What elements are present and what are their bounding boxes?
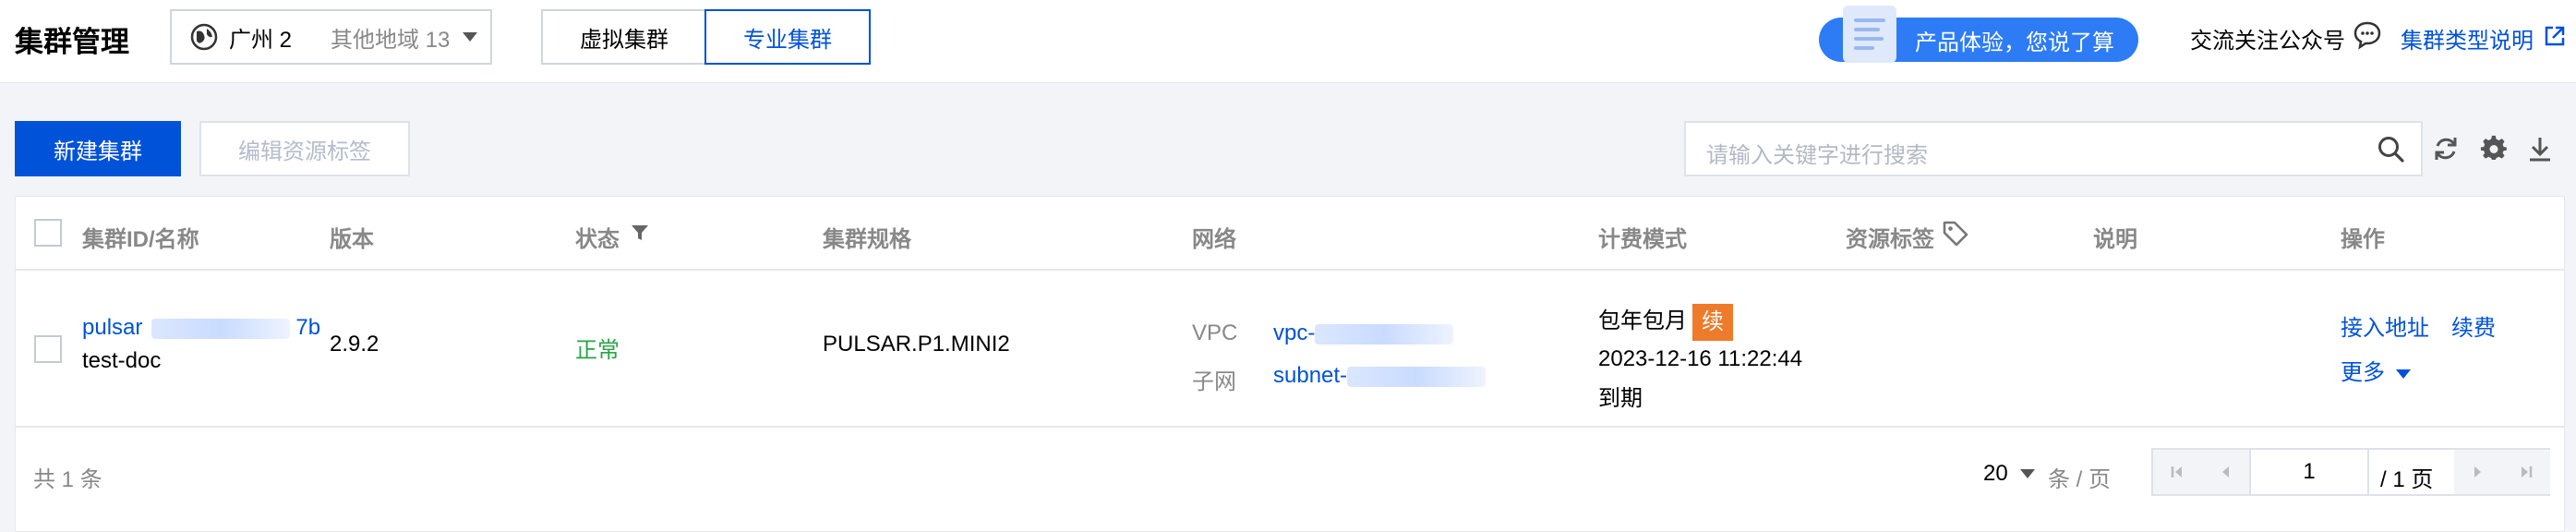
redacted-id-mask — [151, 318, 291, 339]
total-pages: / 1 页 — [2380, 467, 2434, 492]
region-other: 其他地域 13 — [331, 27, 451, 53]
gear-icon[interactable] — [2480, 135, 2508, 163]
page-number-input[interactable]: 1 — [2249, 450, 2369, 494]
chevron-right-icon — [2474, 466, 2481, 478]
chevron-left-icon — [2222, 466, 2229, 478]
column-header-status: 状态 — [575, 227, 620, 252]
chat-bubble-icon[interactable] — [2353, 20, 2382, 50]
first-page-icon — [2171, 466, 2182, 478]
tag-icon[interactable] — [1942, 220, 1969, 248]
cluster-id-prefix: pulsar — [82, 315, 143, 340]
subnet-value: subnet- — [1273, 363, 1348, 388]
redacted-subnet-mask — [1347, 366, 1487, 387]
per-page-label: 条 / 页 — [2048, 467, 2112, 492]
column-header-description: 说明 — [2093, 227, 2137, 252]
renew-link[interactable]: 续费 — [2451, 309, 2496, 342]
region-current: 广州 2 — [229, 27, 293, 53]
column-header-id-name[interactable]: 集群ID/名称 — [82, 221, 199, 253]
expire-time: 2023-12-16 11:22:44 — [1598, 346, 1803, 371]
prev-page-button[interactable] — [2201, 450, 2249, 494]
tab-virtual-cluster[interactable]: 虚拟集群 — [541, 9, 705, 65]
chevron-down-icon — [2396, 369, 2411, 379]
filter-icon[interactable] — [631, 224, 649, 242]
tab-pro-cluster[interactable]: 专业集群 — [704, 9, 871, 65]
page-size-select[interactable]: 20 — [1983, 461, 2008, 487]
download-icon[interactable] — [2526, 135, 2554, 163]
region-selector[interactable]: 广州 2 其他地域 13 — [170, 9, 492, 65]
pagination: 1 / 1 页 — [2151, 448, 2550, 496]
feedback-label: 产品体验，您说了算 — [1915, 30, 2114, 55]
create-cluster-button[interactable]: 新建集群 — [15, 121, 181, 176]
column-header-network: 网络 — [1192, 227, 1236, 252]
page-title: 集群管理 — [15, 26, 129, 58]
cluster-type-help-link[interactable]: 集群类型说明 — [2401, 22, 2534, 54]
globe-icon — [190, 23, 218, 51]
first-page-button[interactable] — [2153, 450, 2201, 494]
chevron-down-icon[interactable] — [2020, 469, 2035, 478]
refresh-icon[interactable] — [2432, 135, 2460, 163]
document-icon — [1843, 6, 1896, 63]
search-placeholder: 请输入关键字进行搜索 — [1706, 143, 1928, 168]
cluster-id-suffix: 7b — [295, 315, 321, 340]
column-header-actions: 操作 — [2341, 227, 2385, 252]
column-header-resource-tags: 资源标签 — [1846, 227, 1934, 252]
cluster-name: test-doc — [82, 348, 162, 373]
last-page-icon — [2522, 466, 2533, 478]
vpc-label: VPC — [1192, 320, 1238, 345]
page-header: 集群管理 广州 2 其他地域 13 虚拟集群 专业集群 产品体验，您说了算 交流… — [0, 0, 2576, 83]
next-page-button[interactable] — [2454, 450, 2502, 494]
total-count: 共 1 条 — [33, 467, 102, 492]
select-all-checkbox[interactable] — [34, 219, 62, 247]
billing-mode-label: 包年包月 — [1598, 308, 1687, 333]
edit-resource-tags-button[interactable]: 编辑资源标签 — [199, 121, 410, 176]
follow-official-account[interactable]: 交流关注公众号 — [2190, 22, 2345, 54]
row-checkbox[interactable] — [34, 335, 62, 363]
cluster-spec: PULSAR.P1.MINI2 — [823, 332, 1010, 357]
vpc-link[interactable]: vpc- — [1273, 320, 1454, 346]
chevron-down-icon — [463, 32, 478, 42]
column-header-billing: 计费模式 — [1598, 227, 1687, 252]
vpc-value: vpc- — [1273, 320, 1316, 345]
table-row: pulsar 7b test-doc 2.9.2 正常 PULSAR.P1.MIN… — [16, 271, 2564, 428]
column-header-spec: 集群规格 — [823, 227, 911, 252]
access-address-link[interactable]: 接入地址 — [2341, 309, 2429, 342]
billing-mode: 包年包月续 — [1598, 302, 1733, 341]
column-header-version: 版本 — [330, 227, 374, 252]
redacted-vpc-mask — [1315, 323, 1454, 345]
subnet-label: 子网 — [1192, 369, 1236, 394]
search-icon[interactable] — [2377, 135, 2406, 164]
subnet-link[interactable]: subnet- — [1273, 363, 1487, 389]
last-page-button[interactable] — [2502, 450, 2550, 494]
more-actions-dropdown[interactable]: 更多 — [2341, 354, 2411, 386]
cluster-version: 2.9.2 — [330, 332, 379, 357]
cluster-id-link[interactable]: pulsar 7b — [82, 315, 320, 341]
more-actions-label: 更多 — [2341, 360, 2385, 385]
renew-badge[interactable]: 续 — [1692, 303, 1733, 341]
status-badge: 正常 — [575, 338, 620, 363]
table-header: 集群ID/名称 版本 状态 集群规格 网络 计费模式 资源标签 说明 操作 — [16, 197, 2564, 271]
expire-suffix: 到期 — [1598, 386, 1643, 411]
external-link-icon[interactable] — [2545, 26, 2565, 46]
search-input[interactable]: 请输入关键字进行搜索 — [1684, 121, 2423, 176]
